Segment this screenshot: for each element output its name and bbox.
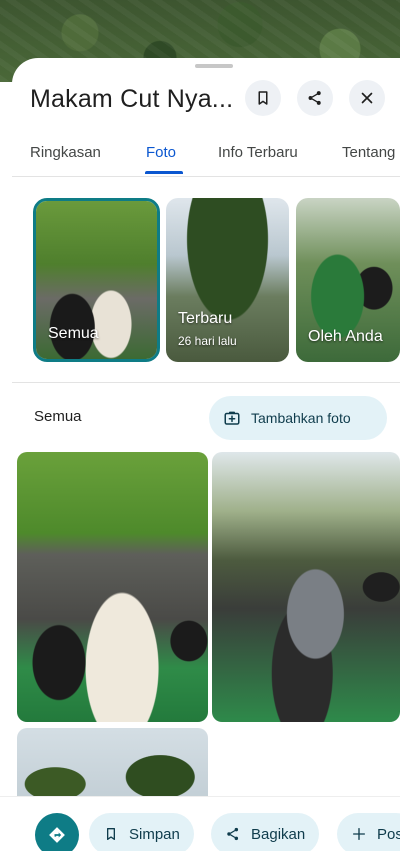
tab-info-terbaru[interactable]: Info Terbaru bbox=[218, 144, 298, 161]
add-photo-label: Tambahkan foto bbox=[251, 410, 351, 426]
photo-thumbnail[interactable] bbox=[17, 452, 208, 722]
share-button[interactable]: Bagikan bbox=[211, 813, 320, 851]
tab-tentang[interactable]: Tentang bbox=[342, 144, 395, 161]
add-photo-button[interactable]: Tambahkan foto bbox=[209, 396, 387, 440]
photo-thumbnail[interactable] bbox=[212, 452, 400, 722]
directions-icon bbox=[49, 827, 65, 843]
share-label: Bagikan bbox=[251, 825, 306, 843]
save-button[interactable]: Simpan bbox=[89, 813, 194, 851]
photo-image bbox=[17, 452, 208, 722]
add-photo-icon bbox=[224, 411, 240, 425]
close-icon bbox=[361, 92, 373, 104]
place-header: Makam Cut Nya... bbox=[12, 80, 400, 120]
tab-foto[interactable]: Foto bbox=[146, 144, 176, 161]
bookmark-icon bbox=[107, 828, 115, 840]
save-place-button[interactable] bbox=[245, 80, 281, 116]
post-label: Pos bbox=[377, 825, 400, 843]
close-sheet-button[interactable] bbox=[349, 80, 385, 116]
place-sheet: Makam Cut Nya... Ringkasan Foto Info Ter… bbox=[12, 58, 400, 851]
photos-section-header: Semua Tambahkan foto bbox=[12, 396, 400, 440]
tabs-divider bbox=[12, 176, 400, 177]
bookmark-icon bbox=[258, 91, 268, 105]
place-title: Makam Cut Nya... bbox=[30, 85, 234, 113]
category-card-terbaru[interactable]: Terbaru 26 hari lalu bbox=[166, 198, 289, 362]
directions-button[interactable] bbox=[35, 813, 79, 851]
share-place-button[interactable] bbox=[297, 80, 333, 116]
tab-ringkasan[interactable]: Ringkasan bbox=[30, 144, 101, 161]
plus-icon bbox=[353, 828, 365, 840]
category-card-semua[interactable]: Semua bbox=[33, 198, 160, 362]
category-label: Oleh Anda bbox=[308, 328, 383, 345]
section-title: Semua bbox=[34, 408, 82, 425]
bottom-action-bar: Simpan Bagikan Pos bbox=[0, 796, 400, 851]
active-tab-indicator bbox=[145, 171, 183, 174]
sheet-drag-handle[interactable] bbox=[195, 64, 233, 68]
category-label: Semua bbox=[48, 325, 99, 342]
post-button[interactable]: Pos bbox=[337, 813, 400, 851]
share-icon bbox=[308, 91, 321, 105]
category-sublabel: 26 hari lalu bbox=[178, 334, 237, 348]
category-card-oleh-anda[interactable]: Oleh Anda bbox=[296, 198, 400, 362]
photo-image bbox=[212, 452, 400, 722]
photo-category-carousel: Semua Terbaru 26 hari lalu Oleh Anda bbox=[12, 198, 400, 362]
share-icon bbox=[227, 827, 239, 841]
category-label: Terbaru bbox=[178, 310, 233, 327]
section-divider bbox=[12, 382, 400, 383]
place-tabs: Ringkasan Foto Info Terbaru Tentang bbox=[12, 144, 400, 178]
save-label: Simpan bbox=[129, 825, 180, 843]
